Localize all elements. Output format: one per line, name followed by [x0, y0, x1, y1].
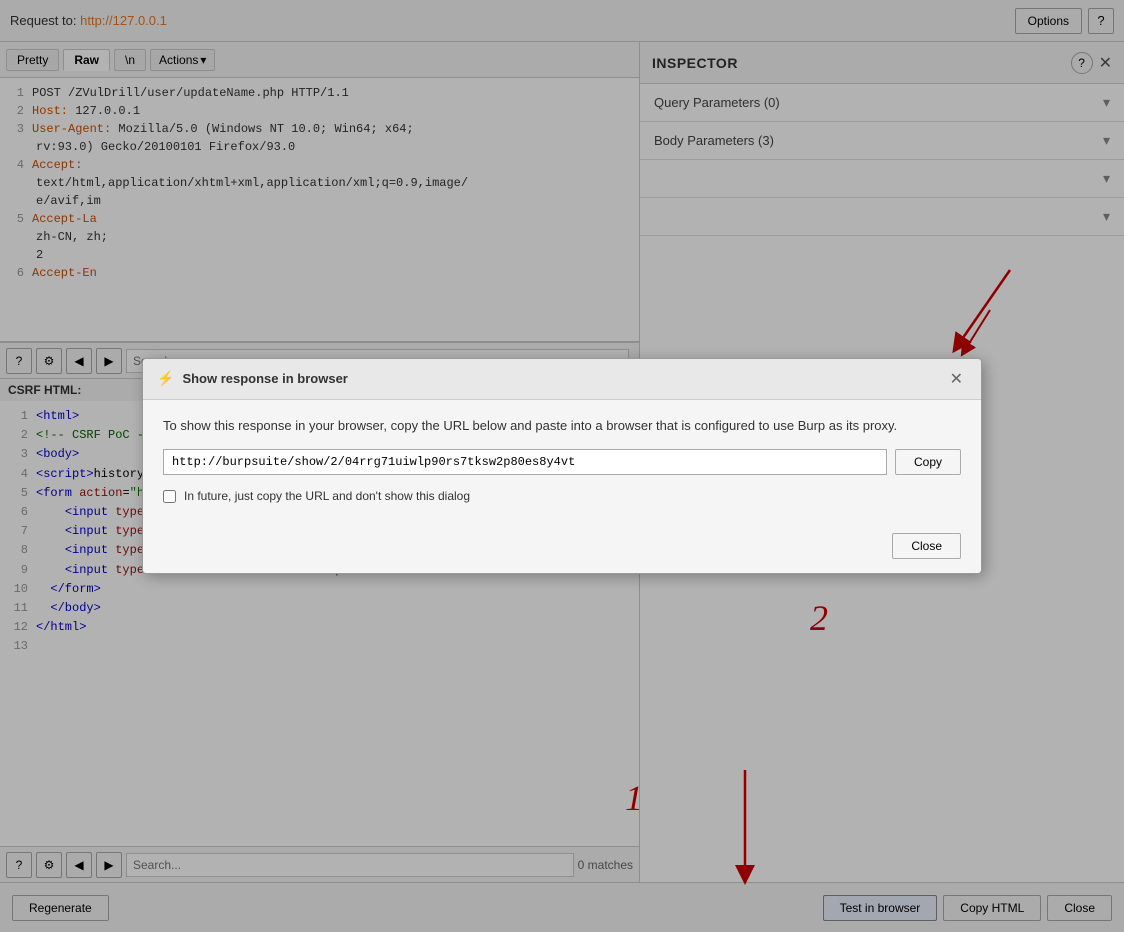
modal-footer: Close	[143, 533, 981, 573]
modal-description: To show this response in your browser, c…	[163, 416, 961, 436]
modal-checkbox-label: In future, just copy the URL and don't s…	[184, 489, 470, 503]
modal-checkbox[interactable]	[163, 490, 176, 503]
modal-url-row: Copy	[163, 449, 961, 475]
modal-icon: ⚡	[157, 370, 174, 387]
modal-close-btn[interactable]: Close	[892, 533, 961, 559]
modal-checkbox-row: In future, just copy the URL and don't s…	[163, 489, 961, 503]
modal-url-input[interactable]	[163, 449, 887, 475]
modal-header: ⚡ Show response in browser ✕	[143, 359, 981, 400]
copy-url-button[interactable]: Copy	[895, 449, 961, 475]
modal-overlay: ⚡ Show response in browser ✕ To show thi…	[0, 0, 1124, 932]
modal-title: Show response in browser	[182, 371, 945, 386]
modal-close-x-button[interactable]: ✕	[946, 369, 967, 389]
modal-body: To show this response in your browser, c…	[143, 400, 981, 534]
show-response-modal: ⚡ Show response in browser ✕ To show thi…	[142, 358, 982, 575]
